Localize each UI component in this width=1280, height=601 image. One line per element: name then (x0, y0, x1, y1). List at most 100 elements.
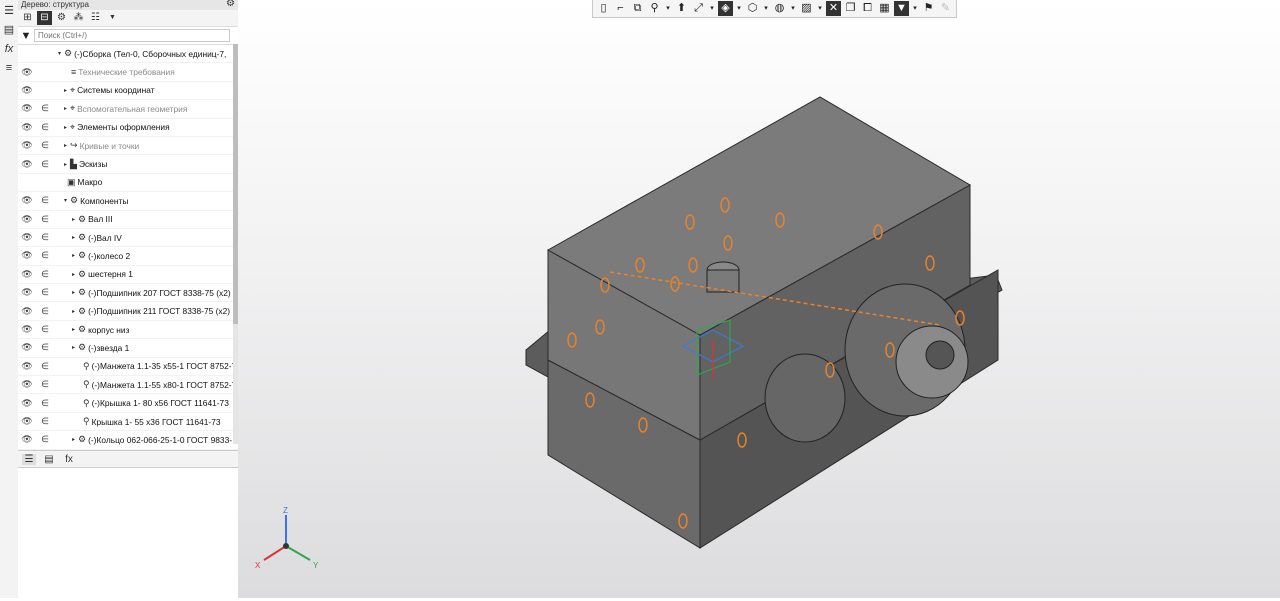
tree-row[interactable]: 👁 ∈ ▸ ▙ Эскизы (18, 155, 238, 174)
layer-icon[interactable]: ∈ (36, 140, 54, 151)
expand-arrow-icon[interactable]: ▸ (64, 87, 67, 94)
layer-icon[interactable]: ∈ (36, 159, 54, 170)
tool3-icon[interactable]: ⧠ (860, 1, 875, 16)
sheet-icon[interactable]: ▯ (596, 1, 611, 16)
layer-icon[interactable]: ∈ (36, 306, 54, 317)
tree-row[interactable]: 👁 ∈ ▸ ⚙ Вал III (18, 211, 238, 229)
tool2-icon[interactable]: ❐ (843, 1, 858, 16)
chevron-down-icon[interactable]: ▾ (735, 1, 743, 16)
tree-row[interactable]: 👁 ∈ ▸ ⚙ (-)Кольцо 062-066-25-1-0 ГОСТ 9833- (18, 431, 238, 450)
expand-arrow-icon[interactable]: ▸ (64, 105, 67, 112)
layer-icon[interactable]: ∈ (36, 398, 54, 409)
visibility-eye-icon[interactable]: 👁 (18, 232, 36, 243)
tree-row[interactable]: 👁 ▸ ⌖ Системы координат (18, 82, 238, 101)
tree-view-icon[interactable]: ⁂ (71, 11, 86, 25)
tree-row[interactable]: ▣ Макро (18, 174, 238, 193)
gearbox-model[interactable] (525, 96, 1003, 549)
layer-icon[interactable]: ∈ (36, 324, 54, 335)
tree-row[interactable]: 👁 ≡ Технические требования (18, 63, 238, 82)
tool1-icon[interactable]: ✕ (826, 1, 841, 16)
visibility-eye-icon[interactable]: 👁 (18, 122, 36, 133)
layer-icon[interactable]: ∈ (36, 342, 54, 353)
expand-arrow-icon[interactable]: ▸ (64, 124, 67, 131)
section-icon[interactable]: ▨ (799, 1, 814, 16)
tree-order-icon[interactable]: ⚙ (54, 11, 69, 25)
visibility-eye-icon[interactable]: 👁 (18, 103, 36, 114)
tab-properties-icon[interactable]: ▤ (42, 454, 56, 465)
pencil-icon[interactable]: ✎ (938, 1, 953, 16)
layer-icon[interactable]: ∈ (36, 250, 54, 261)
expand-arrow-icon[interactable]: ▸ (64, 161, 67, 168)
layer-icon[interactable]: ∈ (36, 214, 54, 225)
chevron-down-icon[interactable]: ▾ (664, 1, 672, 16)
visibility-eye-icon[interactable]: 👁 (18, 67, 36, 78)
layer-icon[interactable]: ∈ (36, 361, 54, 372)
copy-icon[interactable]: ⧉ (630, 1, 645, 16)
gear-icon[interactable]: ⚙ (226, 0, 235, 9)
layer-icon[interactable]: ∈ (36, 269, 54, 280)
layer-icon[interactable]: ∈ (36, 416, 54, 427)
tree-row[interactable]: 👁 ∈ ▸ ↪ Кривые и точки (18, 137, 238, 156)
expand-arrow-icon[interactable]: ▸ (72, 271, 75, 278)
tree-row[interactable]: 👁 ∈ ⚲ (-)Манжета 1.1-35 x55-1 ГОСТ 8752-7 (18, 358, 238, 377)
orient-icon[interactable]: ⬆ (674, 1, 689, 16)
tree-row[interactable]: 👁 ∈ ▸ ⚙ (-)Вал IV (18, 229, 238, 248)
tool5-icon[interactable]: ⚑ (921, 1, 936, 16)
layer-icon[interactable]: ∈ (36, 232, 54, 243)
tree-row[interactable]: 👁 ∈ ▸ ⚙ (-)колесо 2 (18, 247, 238, 266)
expand-arrow-icon[interactable]: ▸ (72, 326, 75, 333)
fx-icon[interactable]: fx (1, 41, 17, 57)
visibility-eye-icon[interactable]: 👁 (18, 214, 36, 225)
tree-row[interactable]: 👁 ∈ ▸ ⌖ Вспомогательная геометрия (18, 100, 238, 119)
view-cube-icon[interactable]: ◈ (718, 1, 733, 16)
menu-icon[interactable]: ≡ (1, 60, 17, 76)
chevron-down-icon[interactable]: ▾ (762, 1, 770, 16)
visibility-eye-icon[interactable]: 👁 (18, 324, 36, 335)
properties-icon[interactable]: ▤ (1, 22, 17, 38)
shading-icon[interactable]: ⬡ (745, 1, 760, 16)
hidden-icon[interactable]: ◍ (772, 1, 787, 16)
tree-row[interactable]: 👁 ∈ ⚲ (-)Крышка 1- 80 x56 ГОСТ 11641-73 (18, 394, 238, 413)
tree-row[interactable]: 👁 ∈ ▸ ⚙ шестерня 1 (18, 266, 238, 285)
layer-icon[interactable]: ∈ (36, 195, 54, 206)
search-input[interactable] (34, 29, 230, 42)
expand-arrow-icon[interactable]: ▸ (72, 234, 75, 241)
list-icon[interactable]: ☷ (88, 11, 103, 25)
visibility-eye-icon[interactable]: 👁 (18, 195, 36, 206)
axis-icon[interactable]: ⤢ (691, 1, 706, 16)
expand-arrow-icon[interactable]: ▸ (72, 308, 75, 315)
filter-icon[interactable]: ▼ (894, 1, 909, 16)
model-canvas[interactable]: Z X Y (238, 0, 1280, 598)
expand-arrow-icon[interactable]: ▸ (64, 142, 67, 149)
visibility-eye-icon[interactable]: 👁 (18, 361, 36, 372)
chevron-down-icon[interactable]: ▼ (105, 11, 120, 25)
expand-arrow-icon[interactable]: ▸ (72, 344, 75, 351)
expand-arrow-icon[interactable]: ▸ (72, 289, 75, 296)
expand-arrow-icon[interactable]: ▾ (58, 50, 61, 57)
coordinates-icon[interactable]: ⌐ (613, 1, 628, 16)
expand-arrow-icon[interactable]: ▾ (64, 197, 67, 204)
tab-tree-icon[interactable]: ☰ (22, 453, 36, 465)
chevron-down-icon[interactable]: ▾ (911, 1, 919, 16)
tree-structure-icon[interactable]: ⊞ (20, 11, 35, 25)
visibility-eye-icon[interactable]: 👁 (18, 306, 36, 317)
tree-row[interactable]: 👁 ∈ ▸ ⚙ (-)звезда 1 (18, 339, 238, 358)
layer-icon[interactable]: ∈ (36, 287, 54, 298)
visibility-eye-icon[interactable]: 👁 (18, 342, 36, 353)
tool4-icon[interactable]: ▦ (877, 1, 892, 16)
expand-arrow-icon[interactable]: ▸ (72, 216, 75, 223)
visibility-eye-icon[interactable]: 👁 (18, 140, 36, 151)
visibility-eye-icon[interactable]: 👁 (18, 159, 36, 170)
tree-row[interactable]: 👁 ∈ ▸ ⚙ (-)Подшипник 207 ГОСТ 8338-75 (x2) (18, 284, 238, 303)
visibility-eye-icon[interactable]: 👁 (18, 434, 36, 445)
tree-row[interactable]: 👁 ∈ ▾ ⚙ Компоненты (18, 192, 238, 211)
zoom-icon[interactable]: ⚲ (647, 1, 662, 16)
layer-icon[interactable]: ∈ (36, 379, 54, 390)
visibility-eye-icon[interactable]: 👁 (18, 416, 36, 427)
expand-arrow-icon[interactable]: ▸ (72, 436, 75, 443)
layer-icon[interactable]: ∈ (36, 103, 54, 114)
visibility-eye-icon[interactable]: 👁 (18, 287, 36, 298)
visibility-eye-icon[interactable]: 👁 (18, 269, 36, 280)
visibility-eye-icon[interactable]: 👁 (18, 250, 36, 261)
tree-row[interactable]: 👁 ∈ ⚲ (-)Манжета 1.1-55 x80-1 ГОСТ 8752-7 (18, 376, 238, 395)
